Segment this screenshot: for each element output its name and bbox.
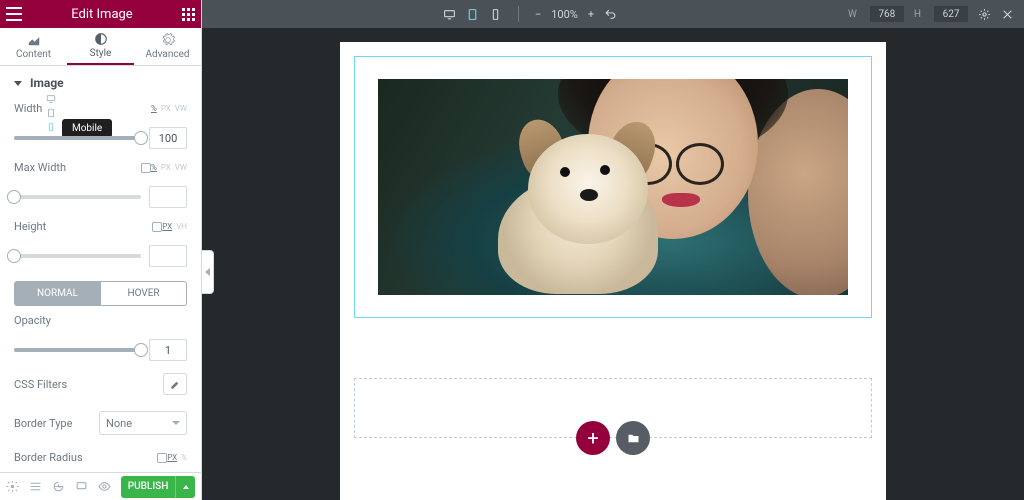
- state-toggle[interactable]: NORMAL HOVER: [14, 281, 187, 306]
- controls: Image Mobile Width %PXVW Max Width %PXVW: [0, 66, 201, 472]
- maxwidth-input[interactable]: [149, 186, 187, 208]
- panel-title: Edit Image: [71, 7, 132, 22]
- undo-icon[interactable]: [604, 8, 617, 21]
- height-slider[interactable]: [14, 254, 141, 258]
- close-icon[interactable]: [1001, 8, 1014, 21]
- state-hover: HOVER: [101, 281, 187, 306]
- template-button[interactable]: [616, 421, 650, 455]
- cssfilters-edit[interactable]: [163, 373, 187, 395]
- responsive-icon[interactable]: [157, 453, 167, 463]
- maxwidth-units[interactable]: %PXVW: [151, 163, 187, 172]
- page[interactable]: +: [340, 42, 886, 500]
- topbar: − 100% + W H: [202, 0, 1024, 28]
- image-content: [378, 79, 848, 295]
- width-slider[interactable]: [14, 136, 141, 140]
- mobile-icon: [46, 122, 56, 132]
- bordertype-row: Border Type None: [14, 403, 187, 443]
- editor-panel: Edit Image Content Style Advanced Image …: [0, 0, 202, 500]
- image-widget[interactable]: [354, 56, 872, 318]
- responsive-icon[interactable]: [75, 480, 88, 493]
- canvas: − 100% + W H: [202, 0, 1024, 500]
- add-section-button[interactable]: +: [576, 421, 610, 455]
- tablet-icon[interactable]: [466, 8, 479, 21]
- settings-icon[interactable]: [6, 480, 19, 493]
- width-field[interactable]: [870, 6, 904, 22]
- mobile-icon[interactable]: [489, 8, 502, 21]
- zoom-in[interactable]: +: [588, 8, 594, 21]
- menu-icon[interactable]: [6, 7, 22, 21]
- borderradius-row: Border Radius PX%: [14, 443, 187, 472]
- opacity-input[interactable]: [149, 339, 187, 361]
- gear-icon[interactable]: [978, 8, 991, 21]
- tab-advanced[interactable]: Advanced: [134, 28, 201, 65]
- opacity-row: Opacity: [14, 306, 187, 335]
- tab-style[interactable]: Style: [67, 28, 134, 65]
- zoom-level: 100%: [551, 8, 578, 21]
- empty-section[interactable]: +: [354, 378, 872, 438]
- opacity-slider[interactable]: [14, 348, 141, 352]
- desktop-icon: [46, 94, 56, 104]
- tablet-icon: [46, 108, 56, 118]
- navigator-icon[interactable]: [29, 480, 42, 493]
- width-input[interactable]: [149, 127, 187, 149]
- collapse-panel[interactable]: [202, 250, 214, 294]
- section-image[interactable]: Image: [14, 66, 187, 94]
- height-row: Height PXVH: [14, 212, 187, 241]
- publish-options[interactable]: [175, 476, 195, 498]
- widgets-icon[interactable]: [182, 8, 195, 21]
- maxwidth-row: Max Width %PXVW: [14, 153, 187, 182]
- height-units[interactable]: PXVH: [162, 222, 187, 231]
- responsive-icon[interactable]: [141, 163, 151, 173]
- publish-button[interactable]: PUBLISH: [121, 476, 175, 498]
- maxwidth-slider[interactable]: [14, 195, 141, 199]
- device-switcher[interactable]: [46, 94, 56, 132]
- height-input[interactable]: [149, 245, 187, 267]
- tab-content[interactable]: Content: [0, 28, 67, 65]
- height-field[interactable]: [934, 6, 968, 22]
- bordertype-select[interactable]: None: [99, 411, 187, 435]
- preview-icon[interactable]: [98, 480, 111, 493]
- responsive-icon[interactable]: [152, 222, 162, 232]
- panel-header: Edit Image: [0, 0, 201, 28]
- desktop-icon[interactable]: [443, 8, 456, 21]
- width-units[interactable]: %PXVW: [151, 104, 187, 113]
- history-icon[interactable]: [52, 480, 65, 493]
- cssfilters-row: CSS Filters: [14, 365, 187, 403]
- panel-tabs: Content Style Advanced: [0, 28, 201, 66]
- panel-footer: PUBLISH: [0, 472, 201, 500]
- state-normal: NORMAL: [14, 281, 101, 306]
- zoom-out[interactable]: −: [535, 8, 541, 21]
- stage: +: [202, 28, 1024, 500]
